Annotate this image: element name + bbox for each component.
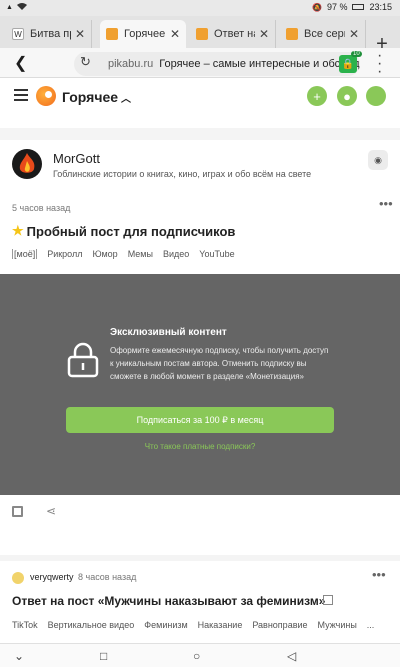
mute-icon: 🔕 (311, 2, 322, 12)
paid-subscriptions-link[interactable]: Что такое платные подписки? (0, 442, 400, 451)
pikabu-favicon-icon (196, 28, 208, 40)
subscribe-button[interactable]: Подписаться за 100 ₽ в месяц (66, 407, 334, 433)
status-bar: ▲ 🔕 97 % 23:15 (0, 0, 400, 16)
user-name[interactable]: veryqwerty (30, 572, 74, 582)
wikipedia-favicon-icon: W (12, 28, 24, 40)
community-name[interactable]: MorGott (53, 151, 100, 166)
save-icon[interactable] (12, 506, 23, 517)
more-tags[interactable]: ... (367, 620, 375, 630)
tag[interactable]: Мужчины (318, 620, 357, 630)
profile-avatar[interactable] (366, 86, 386, 106)
post-more-icon[interactable]: ••• (372, 567, 386, 582)
pikabu-favicon-icon (286, 28, 298, 40)
tag[interactable]: Видео (163, 249, 189, 259)
tab-title: Все сери (304, 28, 345, 40)
extension-lock-icon[interactable]: 🔒 (339, 55, 357, 73)
post-time: 5 часов назад (12, 203, 71, 213)
nav-down-icon[interactable]: ⌄ (14, 649, 24, 663)
lock-icon (66, 342, 100, 378)
close-tab-icon[interactable]: ✕ (349, 27, 359, 41)
tag[interactable]: Рикролл (47, 249, 82, 259)
close-tab-icon[interactable]: ✕ (170, 27, 180, 41)
browser-tab[interactable]: Все сери ✕ (280, 20, 366, 48)
battery-icon (352, 4, 365, 10)
section-dropdown[interactable]: Горячее ︿ (62, 89, 131, 105)
post-time: 8 часов назад (78, 572, 137, 582)
tag[interactable]: YouTube (199, 249, 234, 259)
extension-badge: 10 (351, 51, 362, 57)
site-header: Горячее ︿ + ● (0, 78, 400, 116)
rss-icon[interactable]: ◉ (368, 150, 388, 170)
tab-title: Ответ на (214, 28, 255, 40)
url-field[interactable]: pikabu.ru Горячее – самые интересные и о… (74, 52, 360, 76)
tag[interactable]: Наказание (198, 620, 243, 630)
tag[interactable]: Равноправие (252, 620, 307, 630)
paywall-block: Эксклюзивный контент Оформите ежемесячну… (0, 274, 400, 495)
post-card-2: veryqwerty 8 часов назад ••• Ответ на по… (0, 561, 400, 643)
tag[interactable]: Феминизм (144, 620, 187, 630)
community-avatar[interactable] (12, 149, 42, 179)
hamburger-menu-icon[interactable] (14, 89, 28, 101)
post-more-icon[interactable]: ••• (379, 196, 393, 211)
post-title-text: Пробный пост для подписчиков (26, 223, 236, 239)
battery-level: 97 % (326, 2, 348, 12)
wifi-icon (16, 2, 27, 12)
post-tags: TikTok Вертикальное видео Феминизм Наказ… (12, 620, 374, 630)
reload-icon[interactable]: ↻ (80, 54, 91, 70)
back-arrow-icon[interactable]: ❮ (14, 53, 27, 73)
tag[interactable]: Юмор (93, 249, 118, 259)
signal-icon: ▲ (6, 3, 13, 11)
post-title[interactable]: ★ Пробный пост для подписчиков (12, 223, 235, 239)
tag[interactable]: [моё] (12, 249, 38, 259)
url-host: pikabu.ru (108, 58, 154, 70)
chevron-up-icon: ︿ (121, 94, 132, 105)
star-icon: ★ (12, 223, 24, 238)
pikabu-logo[interactable] (36, 86, 56, 106)
add-post-button[interactable]: + (307, 86, 327, 106)
post-title[interactable]: Ответ на пост «Мужчины наказывают за фем… (12, 594, 325, 608)
pikabu-favicon-icon (106, 28, 118, 40)
paywall-text: Оформите ежемесячную подписку, чтобы пол… (110, 346, 329, 381)
paywall-title: Эксклюзивный контент (110, 327, 227, 338)
recents-square-icon[interactable]: □ (100, 649, 107, 663)
browser-menu-icon[interactable]: · · · (377, 48, 382, 80)
tag[interactable]: TikTok (12, 620, 38, 630)
close-tab-icon[interactable]: ✕ (259, 27, 269, 41)
url-page-title: Горячее – самые интересные и обсуждае (159, 58, 360, 70)
back-triangle-icon[interactable]: ◁ (287, 649, 296, 663)
community-description: Гоблинские истории о книгах, кино, играх… (53, 169, 312, 179)
post-actions: ⋖ (0, 495, 400, 530)
tab-title: Битва пр (30, 28, 71, 40)
close-tab-icon[interactable]: ✕ (75, 27, 85, 41)
previous-post-bottom (0, 116, 400, 128)
post-tags: [моё] Рикролл Юмор Мемы Видео YouTube (12, 249, 235, 259)
tag[interactable]: Вертикальное видео (48, 620, 135, 630)
browser-tab[interactable]: W Битва пр ✕ (6, 20, 92, 48)
external-link-icon[interactable] (323, 595, 333, 605)
clock: 23:15 (369, 2, 392, 12)
feed: MorGott Гоблинские истории о книгах, кин… (0, 116, 400, 643)
home-circle-icon[interactable]: ○ (193, 649, 200, 663)
tag[interactable]: Мемы (128, 249, 153, 259)
system-nav-bar: ⌄ □ ○ ◁ (0, 643, 400, 667)
browser-tab-strip: W Битва пр ✕ Горячее – ✕ Ответ на ✕ Все … (0, 16, 400, 55)
notifications-bell-icon[interactable]: ● (337, 86, 357, 106)
browser-tab[interactable]: Ответ на ✕ (190, 20, 276, 48)
share-icon[interactable]: ⋖ (46, 504, 56, 518)
section-title: Горячее (62, 89, 119, 105)
tab-title: Горячее – (124, 28, 166, 40)
browser-tab-active[interactable]: Горячее – ✕ (100, 20, 186, 48)
user-avatar[interactable] (12, 572, 24, 584)
